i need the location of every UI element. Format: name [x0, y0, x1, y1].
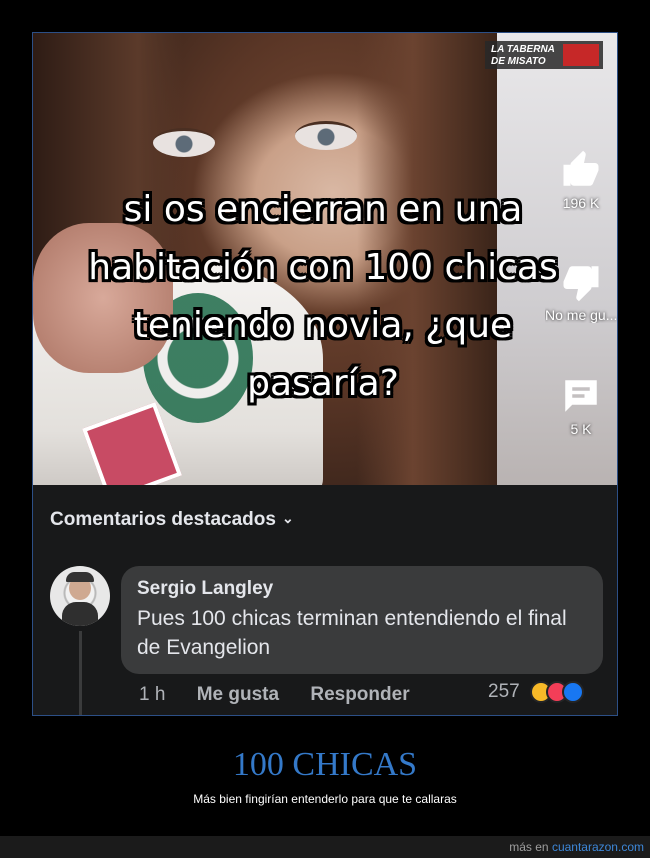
video-eye-left	[153, 128, 215, 157]
video-frame[interactable]: LA TABERNA DE MISATO si os encierran en …	[33, 33, 617, 485]
footer-prefix: más en	[509, 840, 549, 854]
caption-line: pasaría?	[247, 363, 399, 404]
comments-sort-dropdown[interactable]: Comentarios destacados ⌄	[50, 509, 294, 531]
comment-like-button[interactable]: Me gusta	[197, 684, 279, 705]
like-button[interactable]: 196 K	[545, 149, 617, 211]
dislike-button[interactable]: No me gu...	[545, 261, 617, 323]
reaction-count: 257	[488, 681, 520, 702]
video-caption: si os encierran en una habitación con 10…	[63, 181, 583, 413]
comment-reply-button[interactable]: Responder	[310, 684, 409, 705]
footer-bar: más en cuantarazon.com	[0, 836, 650, 858]
post-title[interactable]: 100 CHICAS	[0, 746, 650, 784]
comments-count: 5 K	[570, 421, 592, 437]
screenshot-frame: LA TABERNA DE MISATO si os encierran en …	[32, 32, 618, 716]
caption-line: habitación con 100 chicas	[88, 247, 558, 288]
video-eye-right	[295, 121, 357, 150]
watermark-logo: LA TABERNA DE MISATO	[485, 41, 603, 69]
comment-timestamp[interactable]: 1 h	[139, 684, 165, 705]
like-reaction-icon	[561, 681, 584, 703]
thread-line	[79, 631, 82, 715]
avatar-body	[62, 602, 98, 626]
footer-more: más en cuantarazon.com	[509, 840, 644, 854]
avatar-hat	[66, 572, 94, 582]
avatar[interactable]	[50, 566, 110, 626]
comment-actions: 1 h Me gusta Responder	[139, 684, 436, 706]
watermark-icon	[563, 44, 599, 66]
comments-button[interactable]: 5 K	[545, 375, 617, 437]
site-link[interactable]: cuantarazon.com	[552, 840, 644, 854]
comment-author[interactable]: Sergio Langley	[137, 578, 587, 600]
likes-count: 196 K	[562, 195, 600, 211]
comments-header-label: Comentarios destacados	[50, 509, 276, 530]
chevron-down-icon: ⌄	[281, 510, 294, 526]
post-subtitle: Más bien fingirían entenderlo para que t…	[193, 792, 457, 806]
caption-line: teniendo novia, ¿que	[133, 305, 513, 346]
comment-reactions[interactable]: 257	[488, 681, 584, 703]
dislike-label: No me gu...	[545, 307, 617, 323]
comment-icon	[565, 380, 597, 412]
thumbs-up-icon	[563, 150, 599, 186]
comment-bubble: Sergio Langley Pues 100 chicas terminan …	[121, 566, 603, 674]
caption-line: si os encierran en una	[123, 189, 523, 230]
comment-text: Pues 100 chicas terminan entendiendo el …	[137, 607, 567, 659]
thumbs-down-icon	[563, 266, 599, 302]
